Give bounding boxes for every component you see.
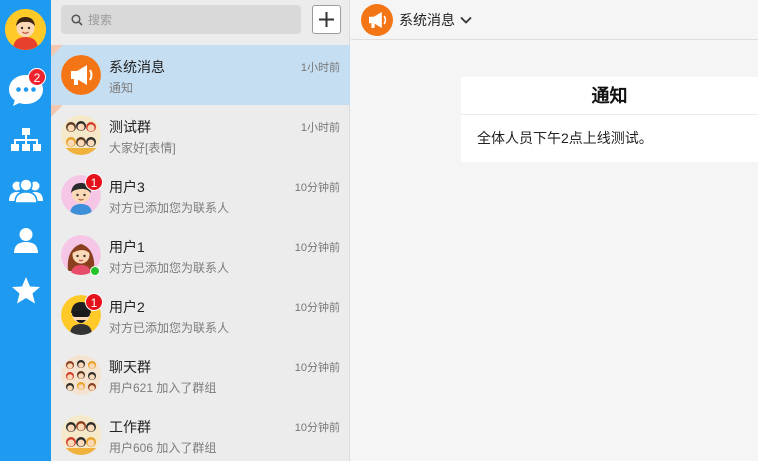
conversation-preview: 用户606 加入了群组 [109,441,217,455]
conversation-avatar [61,55,101,95]
group-avatar-icon [61,115,101,155]
conversation-time: 10分钟前 [294,422,340,434]
conversation-item-work-group[interactable]: 工作群 10分钟前 用户606 加入了群组 [51,405,350,461]
conversation-name: 用户2 [109,299,145,315]
add-button[interactable] [312,5,341,34]
contacts-icon [13,228,38,253]
conversation-avatar [61,115,101,155]
conversation-item-chat-group[interactable]: 聊天群 10分钟前 用户621 加入了群组 [51,345,350,405]
group-avatar-icon [61,355,101,395]
group-avatar-icon [61,415,101,455]
user-avatar-icon [5,9,46,50]
conversation-name: 工作群 [109,419,151,435]
conversation-item-test-group[interactable]: 测试群 1小时前 大家好[表情] [51,105,350,165]
nav-organization[interactable] [0,118,51,162]
megaphone-icon [61,55,101,95]
group-icon [8,178,43,203]
chat-header: 系统消息 [351,0,758,40]
conversation-name: 聊天群 [109,359,151,375]
megaphone-icon [369,11,387,28]
conversation-item-system[interactable]: 系统消息 1小时前 通知 [51,45,350,105]
conversation-preview: 对方已添加您为联系人 [109,261,230,275]
conversation-time: 10分钟前 [294,302,340,314]
conversation-time: 10分钟前 [294,242,340,254]
conversation-preview: 大家好[表情] [109,141,176,155]
messages-badge: 2 [28,68,46,86]
notice-title: 通知 [461,77,758,115]
nav-favorites[interactable] [0,268,51,312]
conversation-preview: 对方已添加您为联系人 [109,321,230,335]
left-nav: 2 [0,0,51,461]
unread-badge: 1 [85,293,103,311]
my-avatar[interactable] [5,9,46,50]
conversation-name: 用户3 [109,179,145,195]
plus-icon [319,12,334,27]
conversation-time: 1小时前 [300,122,340,134]
conversation-list: 系统消息 1小时前 通知 测试群 1小时前 大家好[表情] 1 用户3 10分钟… [51,45,350,461]
pin-marker [51,45,63,57]
conversation-avatar [61,415,101,455]
search-icon [71,13,83,26]
conversation-time: 10分钟前 [294,182,340,194]
conversation-time: 1小时前 [300,62,340,74]
conversation-preview: 通知 [109,81,134,95]
unread-badge: 1 [85,173,103,191]
search-box[interactable] [61,5,301,34]
conversation-pane: 系统消息 1小时前 通知 测试群 1小时前 大家好[表 [51,0,350,461]
conversation-name: 用户1 [109,239,145,255]
conversation-preview: 用户621 加入了群组 [109,381,217,395]
conversation-name: 测试群 [109,119,151,135]
conversation-time: 10分钟前 [294,362,340,374]
notice-card: 通知 全体人员下午2点上线测试。 [461,77,758,162]
conversation-item-user2[interactable]: 1 用户2 10分钟前 对方已添加您为联系人 [51,285,350,345]
conversation-avatar [61,355,101,395]
search-input[interactable] [88,12,288,27]
chevron-down-icon[interactable] [459,13,473,27]
nav-messages[interactable]: 2 [0,68,51,112]
chat-header-avatar [361,3,393,36]
pin-marker [51,105,63,117]
chat-title: 系统消息 [399,11,455,28]
nav-contacts[interactable] [0,218,51,262]
favorites-icon [11,276,40,303]
chat-pane: 系统消息 通知 全体人员下午2点上线测试。 [351,0,758,461]
conversation-item-user3[interactable]: 1 用户3 10分钟前 对方已添加您为联系人 [51,165,350,225]
org-chart-icon [10,128,41,151]
notice-body: 全体人员下午2点上线测试。 [477,130,653,146]
online-status-dot [90,266,100,276]
nav-groups[interactable] [0,168,51,212]
conversation-preview: 对方已添加您为联系人 [109,201,230,215]
conversation-name: 系统消息 [109,59,165,75]
conversation-item-user1[interactable]: 用户1 10分钟前 对方已添加您为联系人 [51,225,350,285]
